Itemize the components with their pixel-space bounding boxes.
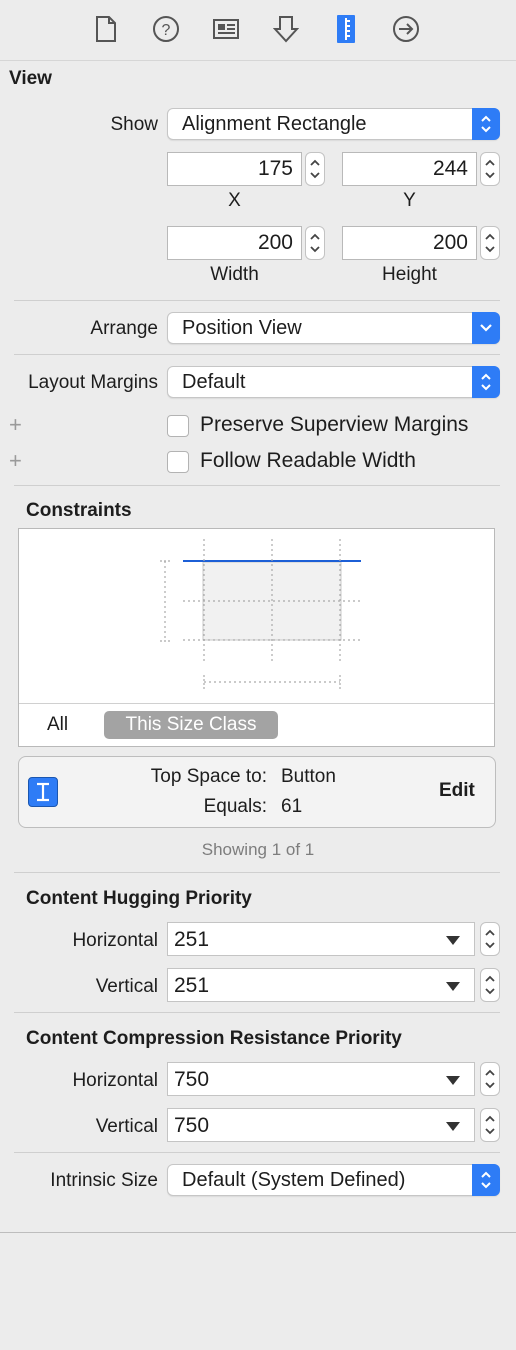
show-popup-value: Alignment Rectangle bbox=[182, 113, 367, 135]
view-section-title: View bbox=[9, 68, 52, 89]
hugging-horizontal-combo[interactable]: 251 bbox=[167, 922, 475, 956]
preserve-superview-margins-checkbox[interactable] bbox=[167, 415, 189, 437]
layout-margins-popup-value: Default bbox=[182, 371, 246, 393]
showing-count: Showing 1 of 1 bbox=[201, 840, 315, 859]
y-stepper[interactable] bbox=[480, 152, 500, 186]
plus-icon[interactable]: + bbox=[9, 412, 22, 438]
height-stepper[interactable] bbox=[480, 226, 500, 260]
divider bbox=[14, 485, 500, 486]
svg-text:?: ? bbox=[162, 22, 171, 39]
compression-horizontal-label: Horizontal bbox=[72, 1070, 158, 1091]
hugging-vertical-label: Vertical bbox=[95, 976, 158, 997]
tab-all[interactable]: All bbox=[47, 714, 68, 736]
arrange-popup-value: Position View bbox=[182, 317, 302, 339]
width-label: Width bbox=[210, 264, 259, 285]
y-label: Y bbox=[403, 190, 416, 211]
updown-chevron-icon bbox=[472, 1164, 500, 1196]
file-inspector-icon[interactable] bbox=[90, 13, 122, 45]
constraint-equals-label: Equals: bbox=[203, 796, 267, 817]
updown-chevron-icon bbox=[472, 366, 500, 398]
width-field[interactable]: 200 bbox=[167, 226, 302, 260]
compression-vertical-combo[interactable]: 750 bbox=[167, 1108, 475, 1142]
constraints-filter-bar: All This Size Class bbox=[19, 703, 494, 746]
plus-icon[interactable]: + bbox=[9, 448, 22, 474]
layout-margins-label: Layout Margins bbox=[28, 372, 158, 393]
vertical-spacing-constraint-icon bbox=[28, 777, 58, 807]
width-stepper[interactable] bbox=[305, 226, 325, 260]
compression-vertical-label: Vertical bbox=[95, 1116, 158, 1137]
hugging-horizontal-label: Horizontal bbox=[72, 930, 158, 951]
identity-inspector-icon[interactable] bbox=[210, 13, 242, 45]
intrinsic-size-label: Intrinsic Size bbox=[50, 1170, 158, 1191]
size-inspector-icon[interactable] bbox=[330, 13, 362, 45]
y-field[interactable]: 244 bbox=[342, 152, 477, 186]
divider bbox=[14, 1012, 500, 1013]
divider bbox=[14, 1152, 500, 1153]
constraints-view: All This Size Class bbox=[18, 528, 495, 747]
arrange-label: Arrange bbox=[90, 318, 158, 339]
compression-horizontal-stepper[interactable] bbox=[480, 1062, 500, 1096]
tab-this-size-class[interactable]: This Size Class bbox=[104, 711, 278, 739]
bottom-divider bbox=[0, 1232, 516, 1233]
height-label: Height bbox=[382, 264, 437, 285]
hugging-horizontal-value: 251 bbox=[174, 928, 210, 951]
hugging-vertical-combo[interactable]: 251 bbox=[167, 968, 475, 1002]
quick-help-icon[interactable]: ? bbox=[150, 13, 182, 45]
divider bbox=[14, 872, 500, 873]
compression-horizontal-combo[interactable]: 750 bbox=[167, 1062, 475, 1096]
constraint-type-label: Top Space to: bbox=[150, 766, 267, 787]
show-label: Show bbox=[110, 114, 158, 135]
x-field[interactable]: 175 bbox=[167, 152, 302, 186]
x-stepper[interactable] bbox=[305, 152, 325, 186]
hugging-vertical-stepper[interactable] bbox=[480, 968, 500, 1002]
compression-vertical-value: 750 bbox=[174, 1114, 210, 1137]
dropdown-arrow-icon bbox=[446, 936, 460, 945]
follow-readable-width-checkbox[interactable] bbox=[167, 451, 189, 473]
dropdown-arrow-icon bbox=[446, 1076, 460, 1085]
connections-inspector-icon[interactable] bbox=[390, 13, 422, 45]
chevron-down-icon bbox=[472, 312, 500, 344]
x-label: X bbox=[228, 190, 241, 211]
hugging-vertical-value: 251 bbox=[174, 974, 210, 997]
constraint-item[interactable]: Top Space to: Button Equals: 61 Edit bbox=[18, 756, 496, 828]
intrinsic-size-popup[interactable]: Default (System Defined) bbox=[167, 1164, 500, 1196]
inspector-toolbar: ? bbox=[0, 0, 516, 61]
updown-chevron-icon bbox=[472, 108, 500, 140]
constraints-diagram bbox=[160, 539, 361, 689]
hugging-horizontal-stepper[interactable] bbox=[480, 922, 500, 956]
divider bbox=[14, 300, 500, 301]
follow-readable-width-label: Follow Readable Width bbox=[200, 449, 416, 472]
divider bbox=[14, 354, 500, 355]
compression-title: Content Compression Resistance Priority bbox=[26, 1028, 402, 1049]
dropdown-arrow-icon bbox=[446, 982, 460, 991]
compression-horizontal-value: 750 bbox=[174, 1068, 210, 1091]
constraint-target: Button bbox=[281, 766, 336, 787]
edit-constraint-button[interactable]: Edit bbox=[439, 780, 475, 802]
dropdown-arrow-icon bbox=[446, 1122, 460, 1131]
preserve-superview-margins-label: Preserve Superview Margins bbox=[200, 413, 469, 436]
compression-vertical-stepper[interactable] bbox=[480, 1108, 500, 1142]
hugging-title: Content Hugging Priority bbox=[26, 888, 252, 909]
constraints-title: Constraints bbox=[26, 500, 132, 521]
attributes-inspector-icon[interactable] bbox=[270, 13, 302, 45]
show-popup[interactable]: Alignment Rectangle bbox=[167, 108, 500, 140]
intrinsic-size-value: Default (System Defined) bbox=[182, 1169, 406, 1191]
arrange-popup[interactable]: Position View bbox=[167, 312, 500, 344]
layout-margins-popup[interactable]: Default bbox=[167, 366, 500, 398]
constraint-equals-value: 61 bbox=[281, 796, 303, 817]
height-field[interactable]: 200 bbox=[342, 226, 477, 260]
